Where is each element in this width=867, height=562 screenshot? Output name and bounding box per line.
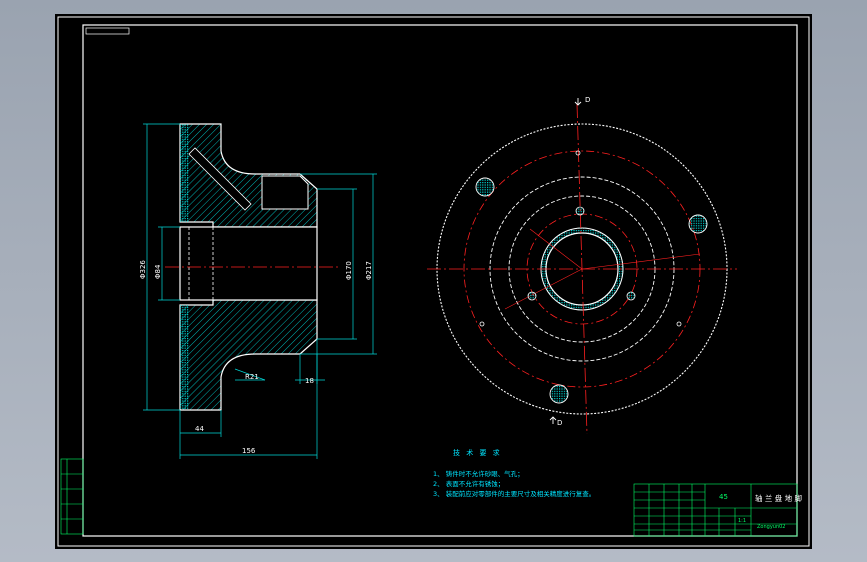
- dim-flange-thickness: 44: [195, 425, 204, 433]
- section-lower-hatch: [179, 299, 318, 411]
- gasket-top: [180, 124, 189, 222]
- section-view: [165, 123, 340, 411]
- section-mark-bottom: D: [557, 419, 562, 427]
- bolt-hole: [688, 214, 708, 234]
- dim-total-length: 156: [242, 447, 256, 455]
- title-part-name: 轴 兰 盘 地 脚: [755, 493, 802, 503]
- dim-step-diameter: Φ217: [365, 261, 373, 280]
- tech-req-item: 2、 表面不允许有锈蚀；: [433, 479, 504, 488]
- gasket-bottom: [180, 305, 189, 410]
- tiny-hole: [575, 150, 581, 156]
- small-hole: [626, 291, 636, 301]
- tech-req-item: 1、 铸件时不允许砂眼、气孔；: [433, 469, 524, 478]
- dim-hub-diameter: Φ170: [345, 261, 353, 280]
- bolt-hole: [549, 384, 569, 404]
- internal-cavity: [261, 175, 309, 210]
- bolt-hole: [475, 177, 495, 197]
- outer-frame: [57, 16, 810, 547]
- small-hole: [575, 206, 585, 216]
- dim-fillet-radius: R21: [245, 373, 259, 381]
- title-scale: 1:1: [738, 518, 746, 524]
- bore: [179, 226, 318, 301]
- title-material: 45: [719, 493, 728, 501]
- small-hole: [527, 291, 537, 301]
- drawing-sheet: Φ326 Φ84 Φ170 Φ217 R21 18 44 156 D D 技 术…: [55, 14, 812, 549]
- cad-viewport: Φ326 Φ84 Φ170 Φ217 R21 18 44 156 D D 技 术…: [0, 0, 867, 562]
- tiny-hole: [676, 321, 682, 327]
- front-view: [427, 98, 737, 435]
- tech-req-title: 技 术 要 求: [453, 448, 502, 457]
- section-arrow-top: [574, 98, 582, 106]
- title-drawing-no: Zongyun02: [757, 524, 786, 530]
- dim-bore-diameter: Φ84: [154, 264, 162, 279]
- side-strip: [60, 458, 84, 535]
- tech-req-item: 3、 装配前应对零部件的主要尺寸及相关精度进行复查。: [433, 489, 595, 498]
- section-mark-top: D: [585, 96, 590, 104]
- dim-outer-diameter: Φ326: [139, 260, 147, 279]
- dim-hub-length: 18: [305, 377, 314, 385]
- tiny-hole: [479, 321, 485, 327]
- section-arrow-bottom: [549, 416, 557, 424]
- drawing-canvas: Φ326 Φ84 Φ170 Φ217 R21 18 44 156 D D 技 术…: [57, 16, 810, 547]
- corner-label-box: [85, 27, 130, 35]
